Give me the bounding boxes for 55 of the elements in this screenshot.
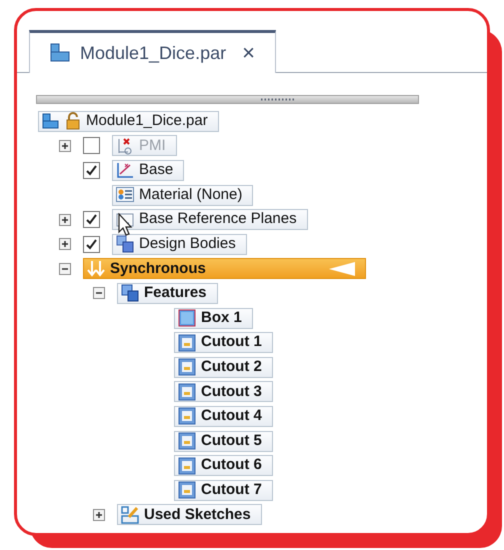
checkbox[interactable] [83,236,100,253]
pin-triangle-icon [329,262,355,276]
tree-item[interactable]: Cutout 3 [174,381,273,402]
material-icon [116,186,134,204]
checkmark-icon [85,213,98,226]
bodies-icon [116,235,134,254]
tree-item[interactable]: Features [117,282,218,304]
cutout-icon [178,407,196,426]
tree-item[interactable]: Base Reference Planes [112,209,308,230]
checkmark-icon [85,164,98,177]
tree-item[interactable]: Module1_Dice.par [38,110,219,132]
cutout-icon [178,382,196,401]
sketches-icon [121,506,139,524]
padlock-icon [65,112,81,130]
tab-title: Module1_Dice.par [80,42,226,65]
cutout-icon [178,358,196,376]
arrows-icon [87,260,105,278]
tree-item[interactable]: Material (None) [112,184,254,206]
sketch-icon [116,161,134,180]
tree-item[interactable]: Synchronous [83,258,366,280]
expand-button[interactable] [93,508,105,521]
cutout-icon [178,481,196,500]
tree-item[interactable]: Cutout 6 [174,455,273,476]
plus-icon [61,216,69,224]
tree-item[interactable]: Cutout 7 [174,480,273,501]
cutout-icon [178,456,196,475]
tree-item[interactable]: Cutout 2 [174,356,273,378]
tree-item[interactable]: Cutout 1 [174,332,273,354]
tree-item[interactable]: Cutout 4 [174,406,273,427]
plus-icon [61,240,69,248]
collapse-button[interactable] [59,262,71,275]
checkbox[interactable] [83,211,100,228]
grip-icon [260,98,294,101]
features-icon [121,284,139,302]
tree-item[interactable]: Cutout 5 [174,430,273,452]
mouse-pointer-icon [118,213,133,237]
tree-item[interactable]: Used Sketches [117,504,262,526]
close-button[interactable]: × [242,42,255,64]
tree-item[interactable]: Design Bodies [112,234,247,255]
tree-item[interactable]: Base [112,160,184,181]
expand-button[interactable] [59,238,71,250]
cutout-icon [178,334,196,352]
box-icon [178,309,196,328]
document-tab[interactable]: Module1_Dice.par × [29,30,276,73]
plus-icon [61,142,69,150]
cutout-icon [178,432,196,450]
checkbox[interactable] [83,162,100,179]
dimension-icon [116,136,134,155]
part-icon [50,43,72,63]
checkmark-icon [85,238,98,251]
tree-item[interactable]: Box 1 [174,308,253,329]
plus-icon [95,510,103,519]
collapse-button[interactable] [93,287,105,300]
expand-button[interactable] [59,214,71,226]
part-icon [42,112,60,130]
